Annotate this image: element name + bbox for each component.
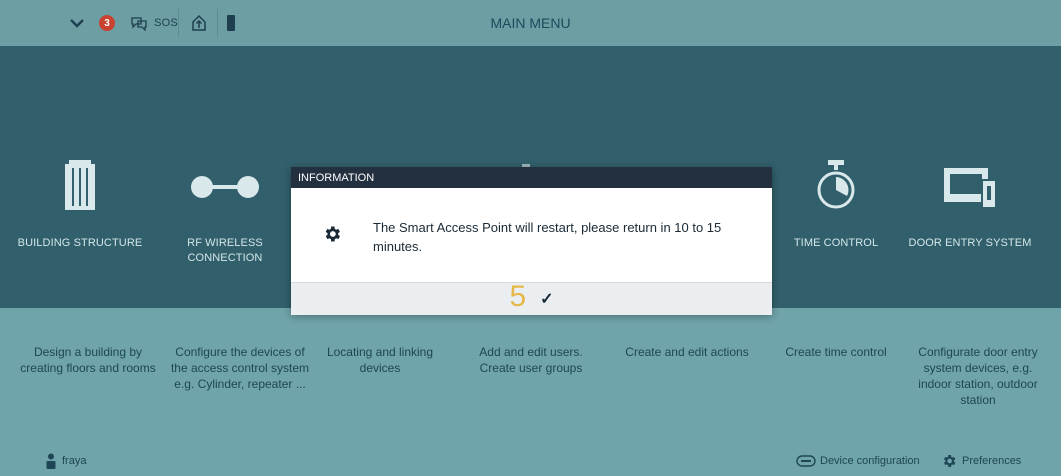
building-icon: [10, 160, 150, 210]
menu-item-rf-wireless[interactable]: RF WIRELESS CONNECTION: [155, 46, 295, 308]
menu-description-users: Add and edit users. Create user groups: [479, 345, 583, 375]
gear-icon: [322, 224, 342, 244]
device-config-label: Device configuration: [820, 455, 920, 467]
dialog-footer: 5 ✓: [291, 282, 772, 315]
preferences-label: Preferences: [962, 455, 1022, 467]
menu-description-actions: Create and edit actions: [625, 345, 749, 359]
menu-item-door-entry[interactable]: DOOR ENTRY SYSTEM: [900, 46, 1040, 308]
user-icon: [46, 453, 56, 469]
connection-icon: [155, 170, 295, 204]
device-config-icon: [796, 455, 816, 467]
restart-countdown: 5: [509, 280, 527, 313]
menu-description-rf-wireless: Configure the devices of the access cont…: [170, 345, 310, 391]
dialog-body: The Smart Access Point will restart, ple…: [291, 188, 772, 282]
menu-label-rf-wireless: RF WIRELESS CONNECTION: [187, 237, 263, 264]
page-title: MAIN MENU: [490, 15, 571, 31]
top-bar: 3 SOS MAIN MENU: [0, 0, 1061, 46]
menu-description-time-control: Create time control: [785, 345, 887, 359]
dialog-header: INFORMATION: [291, 167, 772, 188]
device-configuration-link[interactable]: Device configuration: [796, 449, 920, 473]
preferences-link[interactable]: Preferences: [941, 449, 1021, 473]
dialog-message: The Smart Access Point will restart, ple…: [373, 220, 722, 254]
menu-description-building: Design a building by creating floors and…: [20, 345, 156, 375]
menu-item-building-structure[interactable]: BUILDING STRUCTURE: [10, 46, 150, 308]
menu-label-time-control: TIME CONTROL: [793, 237, 879, 249]
user-account[interactable]: fraya: [46, 449, 86, 473]
door-entry-icon: [900, 160, 1040, 210]
confirm-button[interactable]: ✓: [540, 289, 553, 309]
gear-icon: [941, 453, 957, 469]
stopwatch-icon: [766, 160, 906, 210]
menu-label-door-entry: DOOR ENTRY SYSTEM: [908, 237, 1032, 249]
user-name: fraya: [62, 455, 87, 467]
menu-description-door-entry: Configurate door entry system devices, e…: [918, 345, 1038, 407]
menu-description-devices: Locating and linking devices: [326, 345, 434, 375]
menu-item-time-control[interactable]: TIME CONTROL: [766, 46, 906, 308]
menu-label-building-structure: BUILDING STRUCTURE: [17, 237, 143, 249]
information-dialog: INFORMATION The Smart Access Point will …: [291, 167, 772, 315]
